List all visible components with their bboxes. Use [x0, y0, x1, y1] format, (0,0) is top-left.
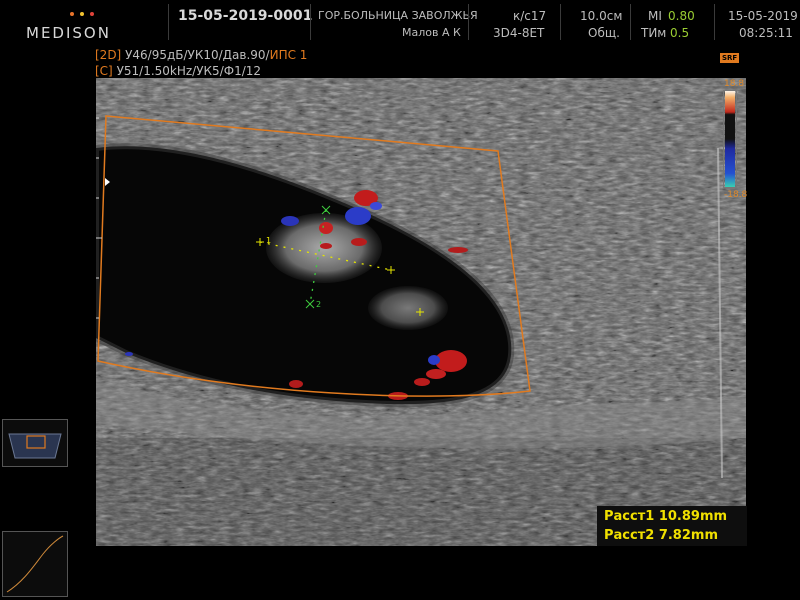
mode-line-2d: [2D] У46/95дБ/УК10/Дав.90/ИПС 1: [95, 48, 307, 62]
colorbar-min-label: -18.8: [724, 190, 748, 200]
caliper-2-label: 2: [316, 300, 322, 309]
logo-dots: [70, 12, 94, 16]
brand-name: MEDISON: [26, 24, 111, 42]
measurement-1: Расст1 10.89mm: [604, 509, 727, 524]
ultrasound-image[interactable]: 1 2: [96, 78, 746, 546]
header-bar: MEDISON 15-05-2019-0001 ГОР.БОЛЬНИЦА ЗАВ…: [0, 0, 800, 46]
exam-time: 08:25:11: [739, 26, 793, 40]
measurement-2-label: Расст2: [604, 528, 655, 543]
probe-sector-thumbnail[interactable]: [2, 419, 68, 467]
frame-rate: к/с17: [513, 9, 547, 23]
mi-label: MI: [648, 9, 662, 23]
mode-2d-tag: [2D]: [95, 48, 122, 62]
hospital-name: ГОР.БОЛЬНИЦА ЗАВОЛЖЬЯ: [318, 9, 478, 22]
exam-date: 15-05-2019: [728, 9, 798, 23]
gain-curve-thumbnail[interactable]: [2, 531, 68, 597]
measurement-2: Расст2 7.82mm: [604, 528, 718, 543]
velocity-color-bar: [723, 90, 737, 188]
measurement-1-label: Расст1: [604, 509, 655, 524]
colorbar-max-label: 18.8: [724, 79, 745, 89]
patient-id: 15-05-2019-0001: [178, 8, 313, 24]
mode-color-tag: [C]: [95, 64, 113, 78]
depth-value: 10.0см: [580, 9, 623, 23]
tim-value: 0.5: [670, 26, 690, 40]
tim-label: ТИм: [641, 26, 667, 40]
mi-value: 0.80: [668, 9, 695, 23]
mode-line-color: [C] У51/1.50kHz/УК5/Ф1/12: [95, 64, 261, 78]
measurement-2-value: 7.82mm: [658, 528, 718, 543]
measurement-1-value: 10.89mm: [658, 509, 728, 524]
caliper-1-label: 1: [266, 236, 272, 245]
probe-name: 3D4-8ET: [493, 26, 545, 40]
srf-badge: SRF: [720, 53, 740, 63]
preset-name: Общ.: [588, 26, 620, 40]
mode-2d-highlight: ИПС 1: [269, 48, 308, 62]
mode-color-params: У51/1.50kHz/УК5/Ф1/12: [112, 64, 262, 78]
mode-2d-params: У46/95дБ/УК10/Дав.90/: [121, 48, 270, 62]
ultrasound-scan: [96, 78, 746, 546]
operator-name: Малов А К: [402, 26, 461, 39]
medison-logo: MEDISON: [12, 6, 112, 42]
